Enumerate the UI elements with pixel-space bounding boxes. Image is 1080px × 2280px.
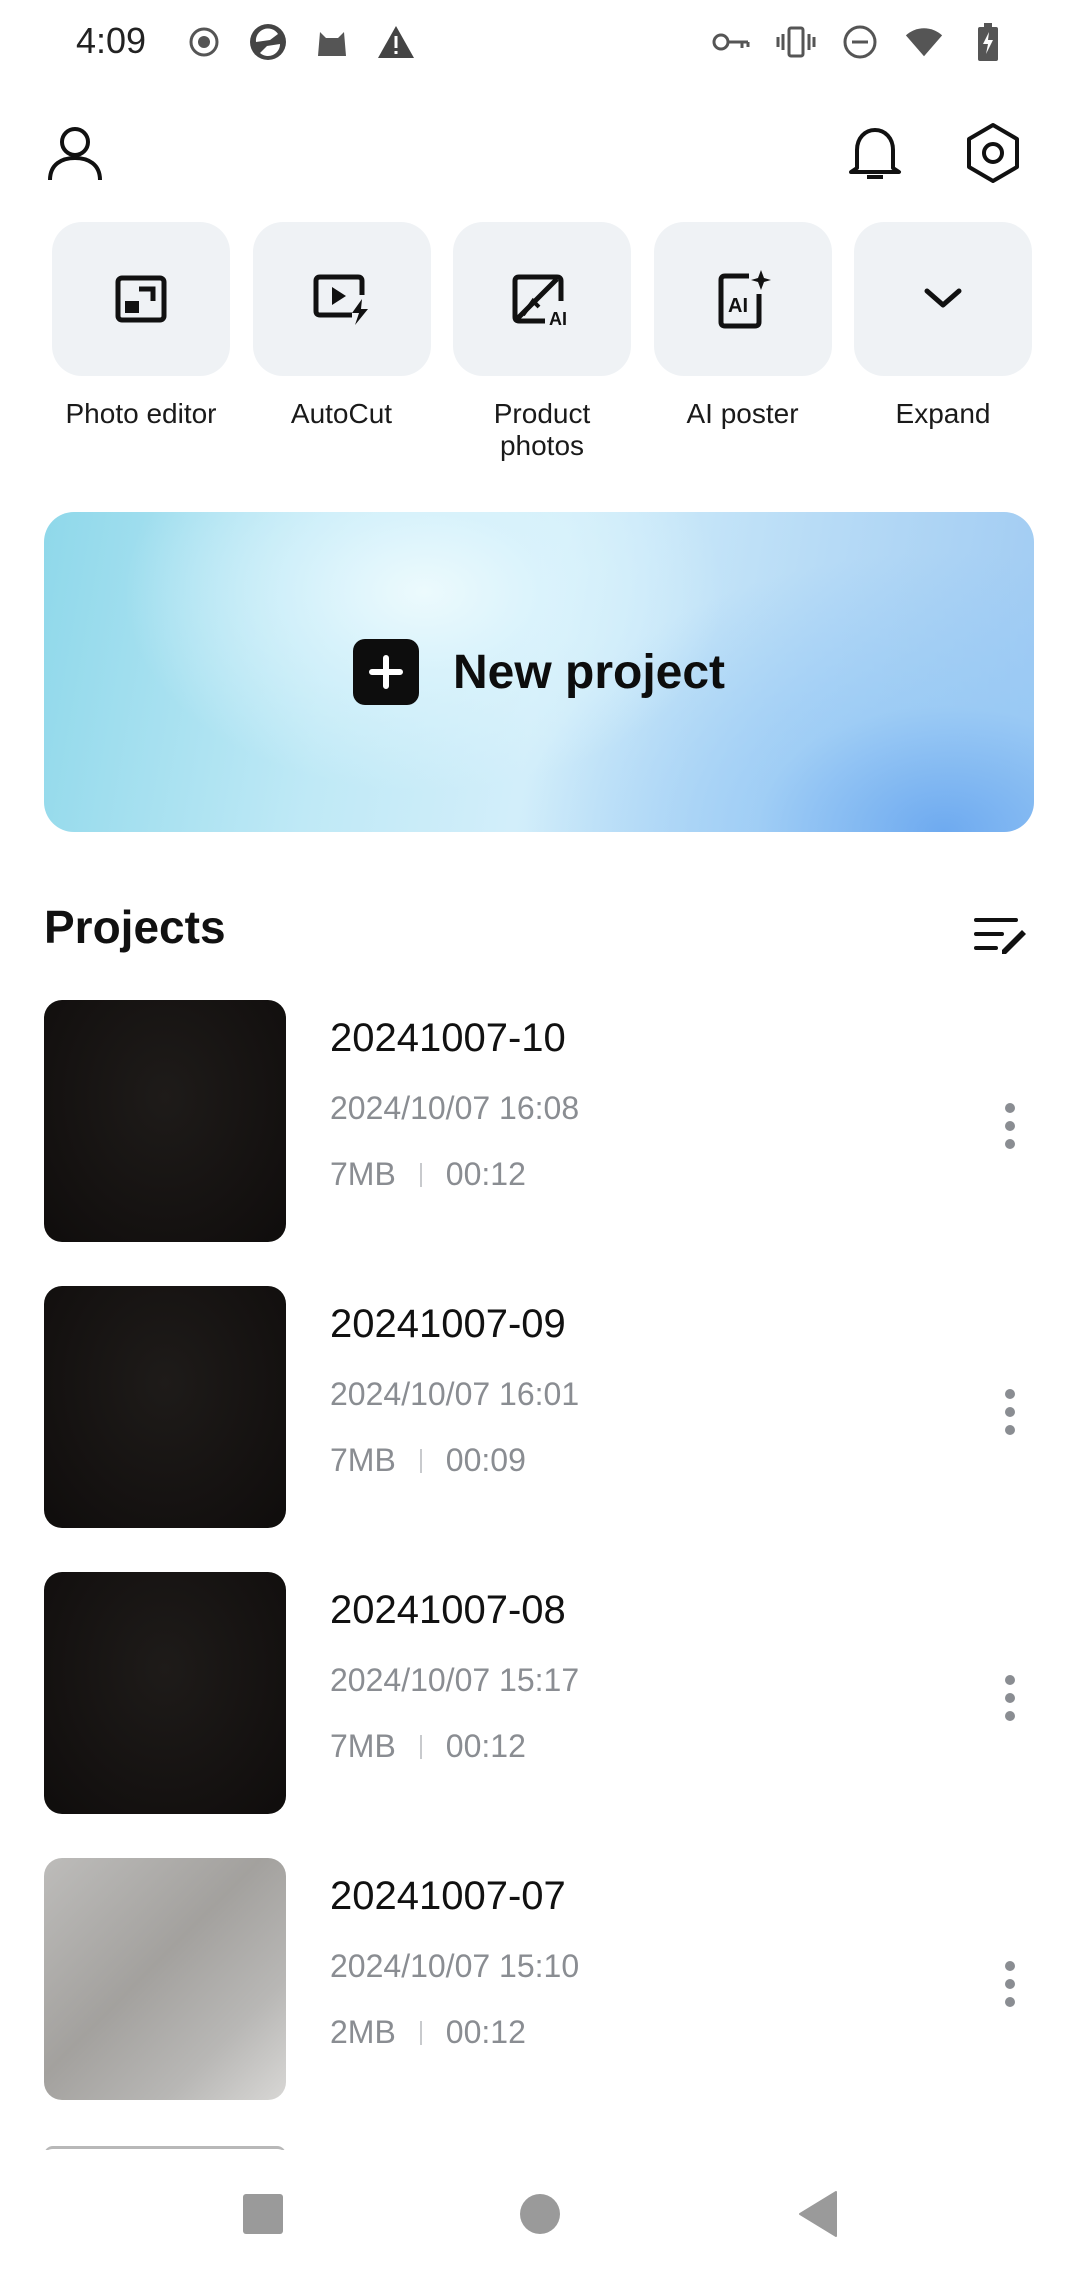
project-item[interactable]: 20241007-09 2024/10/07 16:01 7MB 00:09: [44, 1286, 1040, 1528]
project-size: 7MB: [330, 1442, 396, 1478]
back-triangle-icon: [799, 2191, 837, 2237]
plus-icon: [352, 639, 419, 705]
meta-divider: [419, 1162, 422, 1187]
system-navigation-bar: [0, 2150, 1080, 2280]
meta-divider: [419, 1734, 422, 1759]
project-duration: 00:12: [445, 1156, 526, 1192]
project-meta: 7MB 00:12: [330, 1728, 526, 1765]
tool-tile[interactable]: [52, 222, 230, 376]
product-photo-ai-icon: AI: [512, 274, 567, 327]
project-date: 2024/10/07 15:10: [330, 1948, 580, 1984]
project-size: 7MB: [330, 1156, 396, 1192]
hexagon-gear-icon: [967, 123, 1019, 183]
tool-expand[interactable]: Expand: [854, 222, 1032, 462]
project-duration: 00:09: [445, 1442, 526, 1478]
project-meta: 2MB 00:12: [330, 2014, 526, 2051]
project-more-button[interactable]: [980, 1668, 1040, 1728]
project-thumbnail[interactable]: [44, 1572, 286, 1814]
status-time: 4:09: [76, 20, 147, 61]
tool-ai-poster[interactable]: AI AI poster: [653, 222, 832, 462]
manage-projects-button[interactable]: [970, 904, 1030, 964]
project-duration: 00:12: [445, 2014, 526, 2050]
dnd-icon: [840, 22, 880, 62]
tool-tile[interactable]: AI: [453, 222, 631, 376]
cat-icon: [312, 22, 352, 62]
bell-icon: [849, 128, 901, 179]
warning-icon: [376, 22, 416, 62]
project-duration: 00:12: [445, 1728, 526, 1764]
tool-product-photos[interactable]: AI Product photos: [453, 222, 631, 462]
tool-photo-editor[interactable]: Photo editor: [52, 222, 230, 462]
svg-text:AI: AI: [728, 295, 748, 317]
quick-tools-row: Photo editor AutoCut AI Product photos A…: [52, 222, 1032, 462]
project-item[interactable]: 20241007-10 2024/10/07 16:08 7MB 00:12: [44, 1000, 1040, 1242]
settings-button[interactable]: [958, 118, 1028, 188]
project-list: 20241007-10 2024/10/07 16:08 7MB 00:12 2…: [44, 1000, 1040, 2144]
project-more-button[interactable]: [980, 1096, 1040, 1156]
circle-icon: [520, 2194, 560, 2234]
capcut-home-screen: 4:09 Photo editor AutoCut AI Product pho…: [0, 0, 1080, 2280]
project-more-button[interactable]: [980, 1954, 1040, 2014]
project-meta: 7MB 00:09: [330, 1442, 526, 1479]
list-edit-icon: [974, 918, 1026, 954]
vpn-key-icon: [712, 22, 752, 62]
project-more-button[interactable]: [980, 1382, 1040, 1442]
wifi-icon: [904, 22, 944, 62]
recents-button[interactable]: [233, 2184, 293, 2244]
chevron-down-icon: [924, 288, 962, 308]
project-thumbnail[interactable]: [44, 1286, 286, 1528]
autocut-icon: [313, 274, 368, 325]
ai-poster-icon: AI: [718, 270, 771, 329]
project-size: 2MB: [330, 2014, 396, 2050]
more-vertical-icon: [1005, 1961, 1015, 2007]
project-name: 20241007-07: [330, 1874, 566, 1918]
profile-button[interactable]: [40, 118, 110, 188]
project-item[interactable]: 20241007-08 2024/10/07 15:17 7MB 00:12: [44, 1572, 1040, 1814]
project-name: 20241007-10: [330, 1016, 566, 1060]
battery-charging-icon: [968, 22, 1008, 62]
home-button[interactable]: [510, 2184, 570, 2244]
photo-edit-icon: [115, 275, 167, 323]
project-date: 2024/10/07 15:17: [330, 1662, 580, 1698]
back-button[interactable]: [788, 2184, 848, 2244]
tool-label: AutoCut: [290, 398, 393, 429]
project-name: 20241007-08: [330, 1588, 566, 1632]
new-project-button[interactable]: New project: [44, 512, 1034, 832]
projects-title: Projects: [44, 901, 226, 953]
project-item[interactable]: 20241007-07 2024/10/07 15:10 2MB 00:12: [44, 1858, 1040, 2100]
more-vertical-icon: [1005, 1103, 1015, 1149]
tool-label: Photo editor: [65, 398, 217, 429]
project-meta: 7MB 00:12: [330, 1156, 526, 1193]
project-date: 2024/10/07 16:08: [330, 1090, 580, 1126]
svg-text:AI: AI: [549, 309, 567, 327]
person-icon: [48, 127, 102, 181]
tool-label: Product photos: [493, 398, 591, 461]
project-name: 20241007-09: [330, 1302, 566, 1346]
vibrate-icon: [776, 22, 816, 62]
project-thumbnail[interactable]: [44, 1858, 286, 2100]
new-project-label: New project: [452, 645, 726, 699]
square-icon: [243, 2194, 283, 2234]
project-size: 7MB: [330, 1728, 396, 1764]
project-thumbnail[interactable]: [44, 1000, 286, 1242]
meta-divider: [419, 2020, 422, 2045]
tool-tile[interactable]: [854, 222, 1032, 376]
tool-autocut[interactable]: AutoCut: [252, 222, 431, 462]
tool-tile[interactable]: AI: [653, 222, 832, 376]
notifications-button[interactable]: [840, 118, 910, 188]
browser-icon: [248, 22, 288, 62]
record-icon: [184, 22, 224, 62]
tool-label: Expand: [895, 398, 991, 429]
tool-label: AI poster: [686, 398, 799, 429]
project-date: 2024/10/07 16:01: [330, 1376, 580, 1412]
tool-tile[interactable]: [252, 222, 431, 376]
more-vertical-icon: [1005, 1389, 1015, 1435]
meta-divider: [419, 1448, 422, 1473]
more-vertical-icon: [1005, 1675, 1015, 1721]
status-bar: 4:09: [0, 0, 1080, 90]
